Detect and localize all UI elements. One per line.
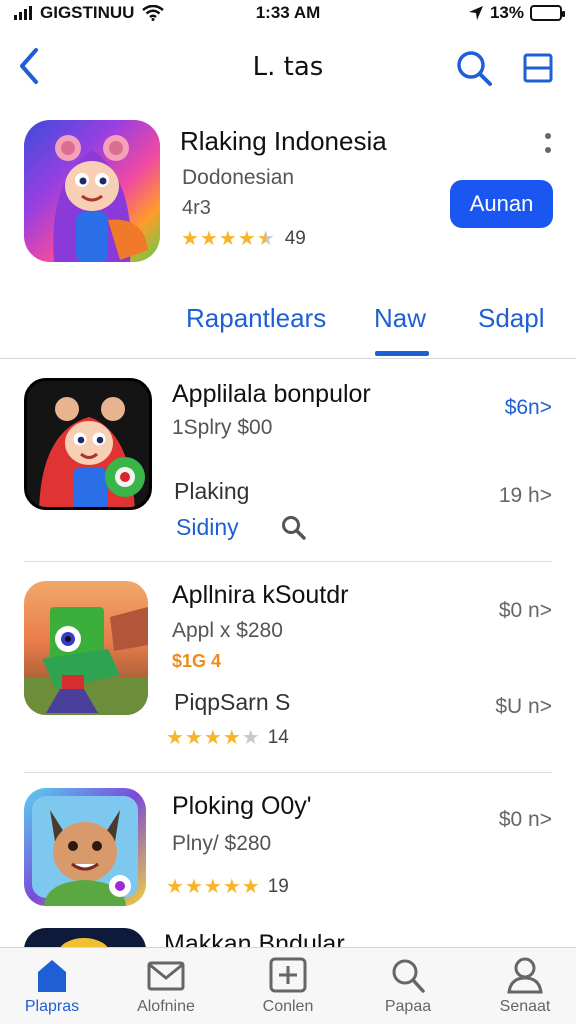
app-name[interactable]: Applilala bonpulor xyxy=(172,380,371,409)
tabbar-item-content[interactable]: Conlen xyxy=(233,956,343,1016)
status-bar: GIGSTINUU 1:33 AM 13% xyxy=(0,0,576,28)
divider xyxy=(24,772,552,773)
search-icon xyxy=(457,51,492,86)
featured-app-age: 4r3 xyxy=(182,197,211,219)
person-icon xyxy=(507,957,543,994)
tabbar-label: Conlen xyxy=(262,998,314,1015)
star-icon: ★ xyxy=(199,228,218,250)
search-icon[interactable] xyxy=(280,514,308,542)
tabbar-label: Alofnine xyxy=(137,998,195,1015)
more-options-button[interactable] xyxy=(538,130,558,166)
featured-app-icon[interactable] xyxy=(24,120,160,262)
rating-snippet: $1G 4 xyxy=(172,651,222,671)
robot-illustration xyxy=(24,607,148,715)
app-secondary-name: Plaking xyxy=(174,478,250,504)
star-icon: ★ xyxy=(166,876,184,898)
app-name[interactable]: Apllnira kSoutdr xyxy=(172,581,348,610)
featured-app-subtitle: Dodonesian xyxy=(182,166,295,189)
home-icon xyxy=(38,960,66,992)
app-subtitle: 1Splry $00 xyxy=(172,416,273,439)
rating-count: 19 xyxy=(267,876,289,897)
star-rating-icon: ★ ★ ★ ★ ★ xyxy=(181,229,275,249)
app-icon[interactable] xyxy=(24,378,152,510)
mail-icon xyxy=(147,961,185,991)
star-icon: ★ xyxy=(222,876,241,898)
tabbar-label: Senaat xyxy=(499,998,551,1015)
star-icon: ★ xyxy=(241,727,260,749)
bottom-tab-bar: Plapras Alofnine Conlen Papaa Senaat xyxy=(0,947,576,1024)
star-icon: ★ xyxy=(203,727,222,749)
featured-app-rating: ★ ★ ★ ★ ★ 49 xyxy=(181,228,306,250)
divider xyxy=(24,561,552,562)
list-item[interactable]: Ploking O0y' Plny/ $280 $0 n> ★ ★ ★ ★ ★ 19 xyxy=(0,774,576,922)
character-illustration xyxy=(59,938,109,948)
battery-percent: 13% xyxy=(489,3,524,22)
app-icon[interactable] xyxy=(24,581,148,715)
app-icon[interactable] xyxy=(24,788,146,906)
price-button[interactable]: $0 n> xyxy=(499,808,552,832)
rating-count: 49 xyxy=(284,228,306,249)
star-icon: ★ xyxy=(181,228,199,250)
tabbar-label: Plapras xyxy=(24,998,80,1015)
star-icon: ★ xyxy=(241,876,260,898)
status-right: 13% xyxy=(468,3,565,23)
tab-rapantlears[interactable]: Rapantlears xyxy=(186,303,326,334)
featured-action-button[interactable]: Aunan xyxy=(450,180,553,228)
app-subtitle: Appl x $280 xyxy=(172,619,283,642)
list-item[interactable]: Applilala bonpulor 1Splry $00 $6n> Plaki… xyxy=(0,360,576,562)
star-icon: ★ xyxy=(184,727,203,749)
star-rating-icon: ★ ★ ★ ★ ★ xyxy=(166,877,260,897)
search-button[interactable] xyxy=(452,46,496,90)
app-name[interactable]: Makkan Bndular xyxy=(164,930,345,948)
menu-button[interactable] xyxy=(518,48,558,88)
featured-app-title[interactable]: Rlaking Indonesia xyxy=(180,126,387,157)
secondary-price-button[interactable]: 19 h> xyxy=(499,484,552,508)
app-rating: ★ ★ ★ ★ ★ 14 xyxy=(166,727,289,749)
tab-naw[interactable]: Naw xyxy=(374,303,426,334)
search-icon xyxy=(392,959,425,993)
location-arrow-icon xyxy=(468,6,483,20)
app-icon[interactable] xyxy=(24,928,146,948)
star-rating-icon: ★ ★ ★ ★ ★ xyxy=(166,728,260,748)
list-item[interactable]: Apllnira kSoutdr Appl x $280 $1G 4 $0 n>… xyxy=(0,563,576,773)
tabbar-item-profile[interactable]: Senaat xyxy=(470,956,576,1016)
tabbar-item-home[interactable]: Plapras xyxy=(0,956,107,1016)
star-icon: ★ xyxy=(256,228,275,250)
star-icon: ★ xyxy=(166,727,184,749)
star-icon: ★ xyxy=(218,228,237,250)
star-icon: ★ xyxy=(203,876,222,898)
featured-app: Rlaking Indonesia Dodonesian 4r3 ★ ★ ★ ★ ★ 4… xyxy=(0,118,576,268)
more-vertical-icon xyxy=(538,133,558,153)
segment-tabs: Rapantlears Naw Sdapl xyxy=(0,295,576,359)
tab-sdapl[interactable]: Sdapl xyxy=(478,303,545,334)
active-tab-indicator xyxy=(375,351,429,356)
app-rating: ★ ★ ★ ★ ★ 19 xyxy=(166,876,289,898)
app-subtitle: Plny/ $280 xyxy=(172,832,272,855)
app-name[interactable]: Ploking O0y' xyxy=(172,792,312,821)
star-icon: ★ xyxy=(237,228,256,250)
star-icon: ★ xyxy=(184,876,203,898)
character-illustration xyxy=(32,796,138,906)
app-link[interactable]: Sidiny xyxy=(176,514,239,541)
tabbar-item-mail[interactable]: Alofnine xyxy=(111,956,221,1016)
character-illustration xyxy=(53,135,148,262)
price-button[interactable]: $6n> xyxy=(505,396,552,420)
price-button[interactable]: $0 n> xyxy=(499,599,552,623)
tabbar-item-search[interactable]: Papaa xyxy=(353,956,463,1016)
plus-box-icon xyxy=(269,957,307,993)
secondary-price-button[interactable]: $U n> xyxy=(495,695,552,719)
battery-icon xyxy=(530,5,565,21)
rating-count: 14 xyxy=(267,727,289,748)
navigation-bar: L. tas xyxy=(0,36,576,100)
list-icon xyxy=(523,53,553,83)
star-icon: ★ xyxy=(222,727,241,749)
character-illustration xyxy=(39,397,145,507)
app-secondary-name: PiqpSarn S xyxy=(174,689,291,715)
list-item[interactable]: Makkan Bndular xyxy=(0,922,576,948)
tabbar-label: Papaa xyxy=(384,998,432,1015)
